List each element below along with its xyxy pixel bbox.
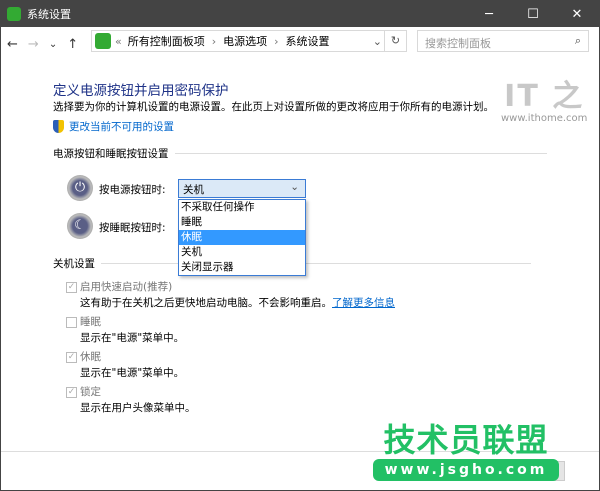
maximize-button[interactable]: ☐ <box>511 1 555 27</box>
fast-startup-label: 启用快速启动(推荐) <box>80 281 173 293</box>
close-button[interactable]: ✕ <box>555 1 599 27</box>
back-button[interactable]: ← <box>7 37 18 52</box>
breadcrumb-item[interactable]: 所有控制面板项 <box>128 33 205 49</box>
dropdown-option-highlighted[interactable]: 休眠 <box>179 230 305 245</box>
section-heading: 关机设置 <box>53 258 95 270</box>
sleep-description: 显示在"电源"菜单中。 <box>80 332 185 344</box>
jsgho-watermark: 技术员联盟 www.jsgho.com <box>373 421 559 481</box>
jsgho-logo-text: 技术员联盟 <box>383 421 549 459</box>
address-dropdown-icon[interactable]: ⌄ <box>373 35 382 48</box>
system-settings-window: 系统设置 ─ ☐ ✕ ← → ⌄ ↑ « 所有控制面板项 › 电源选项 › 系统… <box>0 0 600 491</box>
uac-shield-icon <box>53 120 64 133</box>
hibernate-checkbox[interactable]: ✓ <box>66 352 77 363</box>
search-icon[interactable]: ⌕ <box>575 34 581 48</box>
refresh-button[interactable]: ↻ <box>384 31 406 51</box>
overflow-chevron[interactable]: « <box>115 35 122 48</box>
ithome-watermark: IT 之 www.ithome.com <box>501 71 587 124</box>
recent-locations-button[interactable]: ⌄ <box>49 39 57 50</box>
divider <box>174 153 547 154</box>
hibernate-description: 显示在"电源"菜单中。 <box>80 367 185 379</box>
chevron-down-icon: ⌄ <box>290 181 299 193</box>
breadcrumb-item[interactable]: 电源选项 <box>223 33 267 49</box>
section-power-buttons: 电源按钮和睡眠按钮设置 <box>53 146 547 161</box>
section-heading: 电源按钮和睡眠按钮设置 <box>53 148 169 160</box>
search-input[interactable]: 搜索控制面板 ⌕ <box>417 30 589 52</box>
search-placeholder: 搜索控制面板 <box>425 37 491 50</box>
window-title: 系统设置 <box>27 8 71 21</box>
sleep-button-icon: ☾ <box>67 213 93 239</box>
sleep-label: 睡眠 <box>80 316 101 328</box>
power-action-dropdown-list: 不采取任何操作 睡眠 休眠 关机 关闭显示器 <box>178 199 306 276</box>
dropdown-option[interactable]: 睡眠 <box>179 215 305 230</box>
fast-startup-checkbox[interactable]: ✓ <box>66 282 77 293</box>
sleep-button-label: 按睡眠按钮时: <box>99 222 166 234</box>
admin-link-text[interactable]: 更改当前不可用的设置 <box>69 119 174 134</box>
up-button[interactable]: ↑ <box>67 37 78 52</box>
power-button-action-select[interactable]: 关机 ⌄ <box>178 179 306 198</box>
sleep-checkbox[interactable] <box>66 317 77 328</box>
page-description: 选择要为你的计算机设置的电源设置。在此页上对设置所做的更改将应用于你所有的电源计… <box>53 101 494 113</box>
breadcrumb-item[interactable]: 系统设置 <box>286 33 330 49</box>
fast-startup-description: 这有助于在关机之后更快地启动电脑。不会影响重启。了解更多信息 <box>80 295 395 310</box>
page-title: 定义电源按钮并启用密码保护 <box>53 83 229 99</box>
title-bar: 系统设置 ─ ☐ ✕ <box>1 1 599 27</box>
selected-value: 关机 <box>183 184 204 196</box>
power-button-label: 按电源按钮时: <box>99 184 166 196</box>
control-panel-icon <box>95 33 111 49</box>
address-bar[interactable]: « 所有控制面板项 › 电源选项 › 系统设置 ⌄ ↻ <box>91 30 407 52</box>
forward-button[interactable]: → <box>28 37 39 52</box>
divider <box>101 263 531 264</box>
fast-startup-desc-text: 这有助于在关机之后更快地启动电脑。不会影响重启。 <box>80 297 332 309</box>
ithome-url: www.ithome.com <box>501 113 588 124</box>
minimize-button[interactable]: ─ <box>467 1 511 27</box>
jsgho-url: www.jsgho.com <box>373 459 559 481</box>
power-button-icon: ⏻ <box>67 175 93 201</box>
hibernate-label: 休眠 <box>80 351 101 363</box>
change-unavailable-settings-link[interactable]: 更改当前不可用的设置 <box>53 119 174 134</box>
dropdown-option[interactable]: 不采取任何操作 <box>179 200 305 215</box>
lock-description: 显示在用户头像菜单中。 <box>80 402 196 414</box>
learn-more-link[interactable]: 了解更多信息 <box>332 297 395 309</box>
dropdown-option[interactable]: 关机 <box>179 245 305 260</box>
lock-checkbox[interactable]: ✓ <box>66 387 77 398</box>
dropdown-option[interactable]: 关闭显示器 <box>179 260 305 275</box>
ithome-logo: IT 之 <box>504 79 585 114</box>
power-options-icon <box>7 7 21 21</box>
lock-label: 锁定 <box>80 386 101 398</box>
